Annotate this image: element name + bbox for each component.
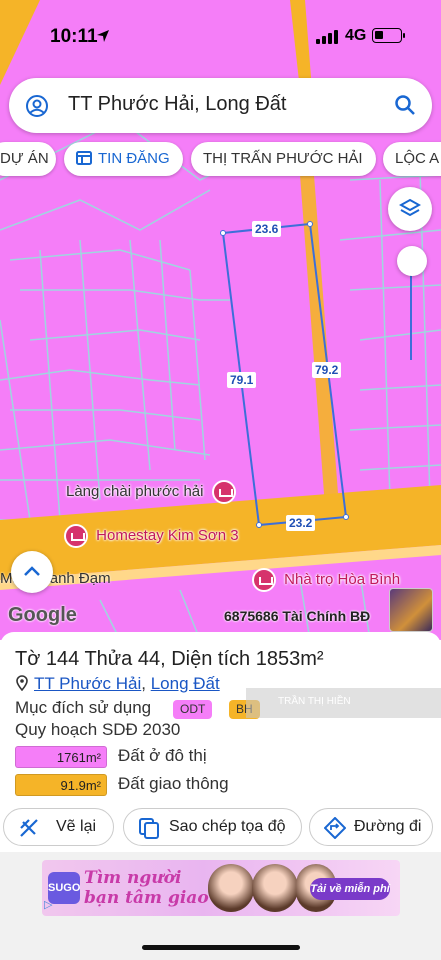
directions-label: Đường đi [354,818,422,835]
ad-photo [208,864,254,912]
poi-homestay[interactable]: Homestay Kim Sơn 3 [64,524,239,548]
area-value: 91.9m² [15,774,107,796]
watermark: TRẦN THỊ HIỀN [246,688,441,718]
ad-cta-button[interactable]: Tải về miễn phí [310,878,390,900]
chip-du-an[interactable]: DỰ ÁN [0,142,56,176]
watermark-text: TRẦN THỊ HIỀN [278,696,351,707]
district-link[interactable]: Long Đất [151,674,220,693]
ad-photo [252,864,298,912]
redraw-label: Vẽ lại [56,818,97,835]
clock: 10:11 [50,26,98,47]
parcel-title: Tờ 144 Thửa 44, Diện tích 1853m² [15,648,324,670]
battery-tip [403,33,405,38]
search-bar[interactable]: TT Phước Hải, Long Đất [9,78,432,133]
location-pin-icon [16,675,28,691]
copy-label: Sao chép tọa độ [169,818,286,835]
ad-banner[interactable]: SUGO Tìm người bạn tâm giao Tải về miễn … [42,860,400,916]
area-label: Đất ở đô thị [118,746,207,765]
location-separator: , [141,674,151,693]
opacity-slider-knob[interactable] [397,246,427,276]
layers-icon [399,198,421,217]
measure-left: 79.1 [227,372,257,388]
area-label: Đất giao thông [118,774,229,793]
hotel-pin-icon [211,480,236,504]
collapse-up-button[interactable] [11,551,53,593]
video-thumbnail[interactable] [389,588,433,632]
opacity-slider-track[interactable] [410,262,412,360]
chevron-up-icon [24,566,40,576]
listing-icon [76,151,92,165]
purpose-tag-odt: ODT [173,700,213,719]
parcel-location: TT Phước Hải, Long Đất [16,674,220,694]
pencil-ruler-icon [20,819,38,837]
chip-tin-dang[interactable]: TIN ĐĂNG [64,142,183,176]
search-icon[interactable] [394,94,416,116]
copy-icon [139,818,159,839]
chip-loc-an[interactable]: LỘC A [383,142,441,176]
area-value: 1761m² [15,746,107,768]
measure-top: 23.6 [252,221,282,237]
location-arrow-icon [97,30,109,42]
chip-thi-tran[interactable]: THỊ TRẤN PHƯỚC HẢI [191,142,376,176]
measure-bottom: 23.2 [286,515,316,531]
status-bar: 10:11 4G [0,0,441,72]
redraw-button[interactable]: Vẽ lại [3,808,114,846]
ad-logo: SUGO [48,872,80,904]
directions-icon [324,817,346,839]
poi-label: Nhà trọ Hòa Bình [284,570,401,588]
search-query[interactable]: TT Phước Hải, Long Đất [68,93,286,116]
poi-label: Làng chài phước hải [66,482,204,500]
layers-button[interactable] [388,187,432,231]
poi-nha-tro[interactable]: Nhà trọ Hòa Bình [252,568,400,592]
hotel-pin-icon [252,568,276,592]
directions-button[interactable]: Đường đi [309,808,433,846]
copy-coords-button[interactable]: Sao chép tọa độ [123,808,302,846]
measure-right: 79.2 [312,362,342,378]
home-indicator[interactable] [142,945,300,950]
chip-label: DỰ ÁN [0,150,49,167]
poi-label: Homestay Kim Sơn 3 [96,526,239,544]
chip-label: THỊ TRẤN PHƯỚC HẢI [203,150,363,167]
signal-icon [316,30,338,44]
chip-label: TIN ĐĂNG [98,150,170,167]
purpose-label: Mục đích sử dụng [15,698,152,717]
chip-label: LỘC A [395,150,440,167]
poi-lang-chai[interactable]: Làng chài phước hải [66,480,236,504]
planning-label: Quy hoạch SDĐ 2030 [15,720,181,739]
adchoices-icon[interactable]: ▷ [44,898,52,911]
network-type: 4G [345,27,367,44]
ward-link[interactable]: TT Phước Hải [34,674,141,693]
ad-headline: Tìm người bạn tâm giao [84,868,209,908]
overlay-text: 6875686 Tài Chính BĐ [224,608,371,624]
account-icon[interactable] [25,94,49,118]
battery-icon [372,28,402,43]
google-logo: Google [8,604,77,626]
hotel-pin-icon [64,524,88,548]
